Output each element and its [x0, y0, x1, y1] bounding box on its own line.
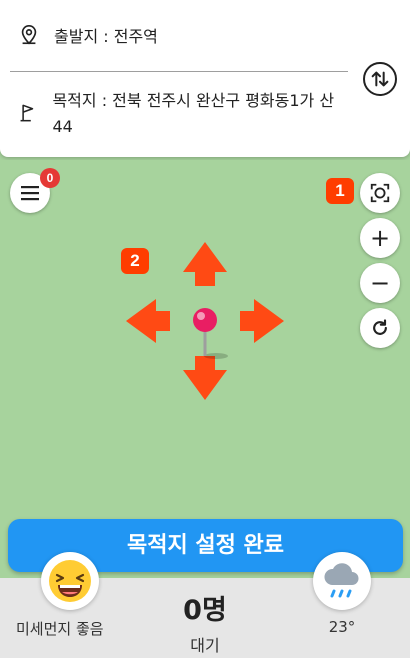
arrow-left-icon [126, 299, 170, 343]
destination-text: 목적지 : 전북 전주시 완산구 평화동1가 산 44 [52, 91, 335, 136]
route-card: 출발지 : 전주역 목적지 : 전북 전주시 완산구 평화동1가 산 44 [0, 0, 410, 157]
swap-route-button[interactable] [363, 62, 397, 96]
my-location-button[interactable] [360, 173, 400, 213]
origin-text: 출발지 : 전주역 [54, 27, 158, 46]
refresh-icon [373, 319, 387, 335]
weather-button[interactable] [313, 552, 371, 610]
flag-icon [20, 104, 34, 122]
zoom-out-button[interactable]: − [360, 263, 400, 303]
hamburger-menu-icon [21, 186, 39, 201]
destination-row[interactable]: 목적지 : 전북 전주시 완산구 평화동1가 산 44 [18, 88, 338, 140]
tutorial-marker-one: 1 [326, 178, 354, 204]
refresh-button[interactable] [360, 308, 400, 348]
notification-badge: 0 [40, 168, 60, 188]
map-pin-head [193, 308, 217, 332]
rain-cloud-icon [324, 563, 359, 598]
location-pin-icon [21, 25, 37, 45]
swap-vertical-icon [371, 71, 389, 87]
temperature-label: 23° [328, 618, 356, 636]
arrow-up-icon [183, 242, 227, 286]
drag-arrows [126, 242, 284, 400]
arrow-right-icon [240, 299, 284, 343]
route-divider [10, 71, 348, 72]
my-location-icon [370, 183, 390, 203]
arrow-down-icon [183, 356, 227, 400]
origin-row[interactable]: 출발지 : 전주역 [18, 24, 158, 50]
zoom-in-button[interactable]: + [360, 218, 400, 258]
